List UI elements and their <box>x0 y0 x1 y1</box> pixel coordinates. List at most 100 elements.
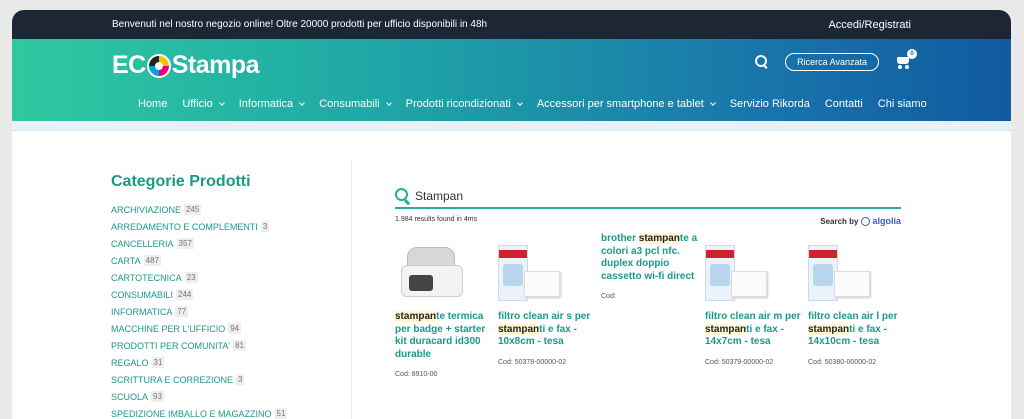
category-name[interactable]: CONSUMABILI <box>111 290 173 300</box>
printer-image[interactable] <box>399 245 465 303</box>
filter-pad <box>834 271 870 297</box>
nav-item-label: Prodotti ricondizionati <box>405 98 511 110</box>
search-box <box>395 185 901 209</box>
product-card[interactable]: filtro clean air l per stampanti e fax -… <box>808 239 906 366</box>
category-count: 357 <box>176 238 194 249</box>
product-title[interactable]: filtro clean air m per stampanti e fax -… <box>705 311 803 349</box>
category-item[interactable]: CARTOTECNICA 23 <box>111 269 351 286</box>
main-content: Categorie Prodotti ARCHIVIAZIONE 245 ARRE… <box>12 131 1011 419</box>
results-count: 1.984 results found in 4ms <box>395 216 478 223</box>
product-title[interactable]: filtro clean air l per stampanti e fax -… <box>808 311 906 349</box>
chevron-down-icon <box>218 100 225 106</box>
category-name[interactable]: CANCELLERIA <box>111 239 174 249</box>
algolia-icon <box>861 216 871 226</box>
nav-item-label: Accessori per smartphone e tablet <box>536 98 704 110</box>
category-item[interactable]: SPEDIZIONE IMBALLO E MAGAZZINO 51 <box>111 405 351 419</box>
nav-item-accessori[interactable]: Accessori per smartphone e tablet <box>536 98 716 110</box>
advanced-search-button[interactable]: Ricerca Avanzata <box>785 53 879 71</box>
product-card[interactable]: stampante termica per badge + starter ki… <box>395 239 493 378</box>
header-strip <box>12 121 1011 131</box>
category-name[interactable]: CARTOTECNICA <box>111 273 182 283</box>
search-icon[interactable] <box>755 55 769 69</box>
product-card[interactable]: brother stampante a colori a3 pcl nfc. d… <box>601 233 699 300</box>
cart-wheel <box>898 65 902 69</box>
product-title[interactable]: filtro clean air s per stampanti e fax -… <box>498 311 596 349</box>
category-count: 487 <box>143 255 162 266</box>
nav-item-chi-siamo[interactable]: Chi siamo <box>878 98 927 110</box>
results-meta: 1.984 results found in 4ms Search by alg… <box>395 216 901 226</box>
category-item[interactable]: PRODOTTI PER COMUNITA' 81 <box>111 337 351 354</box>
product-code: Cod: 50378-00000-02 <box>498 358 567 366</box>
cd-disc-icon <box>146 53 171 78</box>
category-name[interactable]: ARREDAMENTO E COMPLEMENTI <box>111 222 258 232</box>
nav-item-contatti[interactable]: Contatti <box>825 98 863 110</box>
category-item[interactable]: ARCHIVIAZIONE 245 <box>111 201 351 218</box>
search-by-algolia[interactable]: Search by algolia <box>820 216 901 226</box>
category-item[interactable]: CANCELLERIA 357 <box>111 235 351 252</box>
title-highlight: stampan <box>705 323 747 335</box>
site-header: EC Stampa Ricerca Avanzata 0 Home Uffici… <box>12 39 1011 121</box>
category-count: 244 <box>176 289 194 300</box>
category-item[interactable]: SCUOLA 93 <box>111 388 351 405</box>
product-code: Cod: 50379-00000-02 <box>705 358 774 366</box>
logo-text-left: EC <box>112 51 146 79</box>
algolia-logo: algolia <box>861 216 901 226</box>
title-part: filtro clean air l per <box>808 311 898 322</box>
category-item[interactable]: SCRITTURA E CORREZIONE 3 <box>111 371 351 388</box>
category-count: 23 <box>184 272 198 283</box>
title-part: filtro clean air m per <box>705 311 801 322</box>
category-name[interactable]: ARCHIVIAZIONE <box>111 205 181 215</box>
login-link[interactable]: Accedi/Registrati <box>828 19 911 31</box>
category-name[interactable]: PRODOTTI PER COMUNITA' <box>111 341 230 351</box>
category-name[interactable]: MACCHINE PER L'UFFICIO <box>111 324 225 334</box>
nav-item-consumabili[interactable]: Consumabili <box>319 98 392 110</box>
title-part: brother <box>601 233 639 244</box>
category-item[interactable]: REGALO 31 <box>111 354 351 371</box>
category-item[interactable]: INFORMATICA 77 <box>111 303 351 320</box>
category-count: 245 <box>184 204 202 215</box>
category-name[interactable]: SCRITTURA E CORREZIONE <box>111 375 233 385</box>
category-name[interactable]: SCUOLA <box>111 392 148 402</box>
nav-item-label: Ufficio <box>182 98 213 110</box>
category-name[interactable]: INFORMATICA <box>111 307 172 317</box>
filter-image[interactable] <box>808 245 870 303</box>
category-name[interactable]: SPEDIZIONE IMBALLO E MAGAZZINO <box>111 409 272 419</box>
product-code: Cod: 50380-00000-02 <box>808 358 877 366</box>
filter-image[interactable] <box>705 245 767 303</box>
category-item[interactable]: CONSUMABILI 244 <box>111 286 351 303</box>
category-item[interactable]: ARREDAMENTO E COMPLEMENTI 3 <box>111 218 351 235</box>
filter-image[interactable] <box>498 245 560 303</box>
category-item[interactable]: CARTA 487 <box>111 252 351 269</box>
search-input[interactable] <box>415 189 875 203</box>
header-actions: Ricerca Avanzata 0 <box>755 49 917 71</box>
site-logo[interactable]: EC Stampa <box>112 51 260 80</box>
top-bar: Benvenuti nel nostro negozio online! Olt… <box>12 10 1011 39</box>
nav-item-ufficio[interactable]: Ufficio <box>182 98 225 110</box>
product-title[interactable]: brother stampante a colori a3 pcl nfc. d… <box>601 233 699 283</box>
product-title[interactable]: stampante termica per badge + starter ki… <box>395 311 493 361</box>
category-name[interactable]: REGALO <box>111 358 149 368</box>
nav-item-informatica[interactable]: Informatica <box>239 98 305 110</box>
cart-count-badge: 0 <box>907 49 917 59</box>
filter-pad <box>731 271 767 297</box>
chevron-down-icon <box>385 100 392 106</box>
title-highlight: stampan <box>808 323 850 335</box>
category-count: 3 <box>236 374 245 385</box>
chevron-down-icon <box>299 100 305 106</box>
category-item[interactable]: MACCHINE PER L'UFFICIO 94 <box>111 320 351 337</box>
nav-item-ricondizionati[interactable]: Prodotti ricondizionati <box>405 98 523 110</box>
title-highlight: stampan <box>395 311 437 322</box>
product-card[interactable]: filtro clean air m per stampanti e fax -… <box>705 239 803 366</box>
category-count: 3 <box>260 221 270 232</box>
nav-item-rikorda[interactable]: Servizio Rikorda <box>730 98 810 110</box>
category-name[interactable]: CARTA <box>111 256 141 266</box>
category-count: 81 <box>233 340 246 351</box>
logo-text-right: Stampa <box>171 51 260 79</box>
product-card[interactable]: filtro clean air s per stampanti e fax -… <box>498 239 596 366</box>
nav-item-home[interactable]: Home <box>138 98 167 110</box>
column-divider <box>351 161 352 419</box>
title-highlight: stampan <box>638 233 680 244</box>
box-band <box>499 250 527 258</box>
cart-wheel <box>905 65 909 69</box>
cart-icon[interactable]: 0 <box>895 49 917 69</box>
